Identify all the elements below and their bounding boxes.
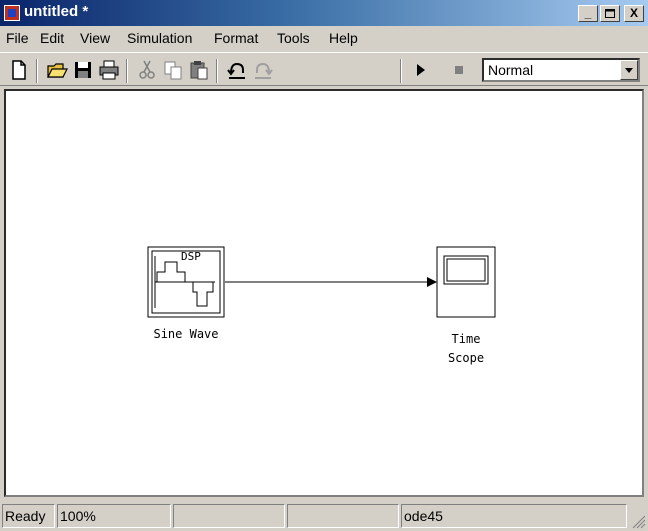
maximize-button[interactable] [600,5,620,22]
minimize-button[interactable]: _ [578,5,598,22]
status-bar: Ready 100% ode45 [0,501,648,531]
new-document-icon[interactable] [8,59,30,81]
status-cell-3 [173,504,285,528]
chevron-down-icon[interactable] [620,60,638,80]
simulink-model-icon [4,5,20,21]
simulink-window: untitled * _ X File Edit View Simulation… [0,0,648,531]
scope-block-icon [436,246,496,318]
simulation-mode-value: Normal [488,62,534,78]
status-solver: ode45 [401,504,627,528]
toolbar-separator [126,59,128,83]
stop-icon[interactable] [448,59,470,81]
close-button[interactable]: X [624,5,644,22]
copy-icon[interactable] [162,59,184,81]
toolbar: Normal [0,52,648,86]
status-cell-4 [287,504,399,528]
sine-wave-block[interactable]: DSP [147,246,225,318]
time-scope-block[interactable] [436,246,496,318]
menu-file[interactable]: File [6,30,29,46]
title-bar[interactable]: untitled * _ X [0,0,648,26]
signal-line[interactable] [225,276,445,288]
resize-grip-icon[interactable] [630,513,646,529]
menu-help[interactable]: Help [329,30,358,46]
menu-edit[interactable]: Edit [40,30,64,46]
paste-icon[interactable] [188,59,210,81]
toolbar-separator [400,59,402,83]
play-icon[interactable] [410,59,432,81]
maximize-icon [605,9,615,18]
menu-view[interactable]: View [80,30,110,46]
menu-tools[interactable]: Tools [277,30,310,46]
toolbar-separator [216,59,218,83]
dsp-label: DSP [181,250,201,263]
status-zoom: 100% [57,504,171,528]
status-ready: Ready [2,504,55,528]
redo-icon[interactable] [252,59,274,81]
toolbar-separator [36,59,38,83]
undo-icon[interactable] [226,59,248,81]
cut-icon[interactable] [136,59,158,81]
simulation-mode-select[interactable]: Normal [482,58,640,82]
sine-wave-label: Sine Wave [153,327,219,341]
menu-format[interactable]: Format [214,30,258,46]
window-title: untitled * [24,3,89,20]
print-icon[interactable] [98,59,120,81]
open-folder-icon[interactable] [46,59,68,81]
menu-simulation[interactable]: Simulation [127,30,192,46]
menu-bar: File Edit View Simulation Format Tools H… [0,26,648,50]
time-scope-label-2: Scope [447,351,485,365]
model-canvas[interactable]: DSP Sine Wave Time Scope [4,89,644,497]
save-icon[interactable] [72,59,94,81]
time-scope-label-1: Time [451,332,481,346]
